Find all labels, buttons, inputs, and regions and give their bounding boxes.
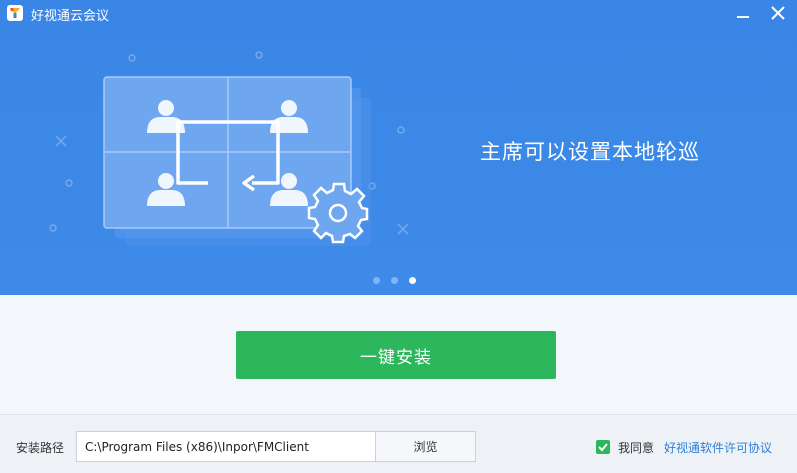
carousel-dot-1[interactable] bbox=[373, 277, 380, 284]
license-agreement-link[interactable]: 好视通软件许可协议 bbox=[664, 439, 772, 456]
browse-button[interactable]: 浏览 bbox=[375, 431, 476, 462]
install-button[interactable]: 一键安装 bbox=[236, 331, 556, 379]
minimize-button[interactable] bbox=[728, 0, 758, 26]
close-button[interactable] bbox=[763, 0, 793, 26]
slide-caption: 主席可以设置本地轮巡 bbox=[480, 140, 700, 164]
app-logo-icon bbox=[7, 5, 23, 21]
checkmark-icon bbox=[598, 443, 608, 452]
close-icon bbox=[771, 6, 785, 20]
window-title: 好视通云会议 bbox=[31, 9, 110, 24]
install-path-input[interactable] bbox=[76, 431, 376, 462]
title-bar: 好视通云会议 bbox=[0, 0, 797, 28]
agree-checkbox[interactable] bbox=[596, 440, 610, 454]
minimize-icon bbox=[737, 16, 749, 18]
agree-label: 我同意 bbox=[618, 441, 655, 455]
banner: 好视通云会议 主席可以设置本地轮巡 bbox=[0, 0, 797, 295]
carousel-dot-3[interactable] bbox=[409, 277, 416, 284]
install-options-bar: 安装路径 浏览 我同意 好视通软件许可协议 bbox=[0, 414, 797, 473]
install-path-label: 安装路径 bbox=[16, 441, 65, 455]
carousel-dot-2[interactable] bbox=[391, 277, 398, 284]
